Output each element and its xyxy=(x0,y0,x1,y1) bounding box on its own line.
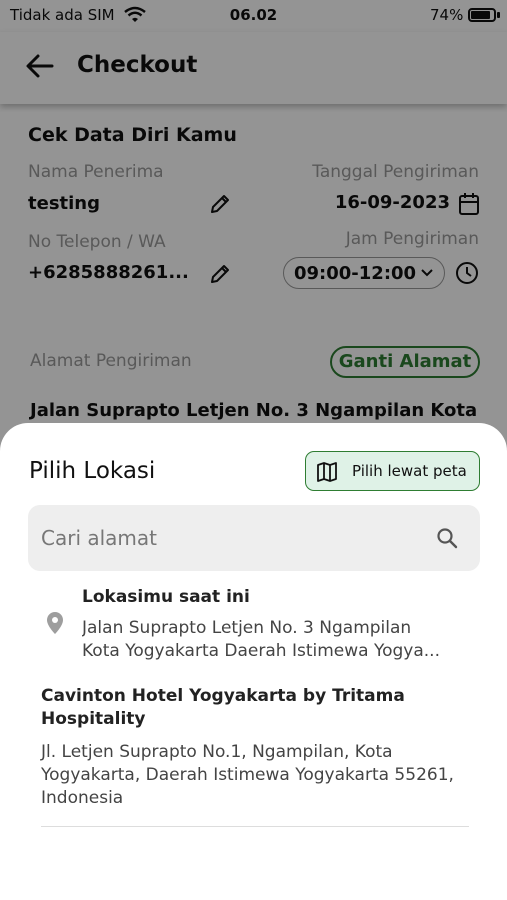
search-icon[interactable] xyxy=(436,527,458,549)
address-search-box xyxy=(28,505,480,571)
search-result-item[interactable]: Cavinton Hotel Yogyakarta by Tritama Hos… xyxy=(41,685,469,827)
pick-on-map-label: Pilih lewat peta xyxy=(352,462,467,480)
result-address: Jl. Letjen Suprapto No.1, Ngampilan, Kot… xyxy=(41,742,454,808)
pick-on-map-button[interactable]: Pilih lewat peta xyxy=(305,451,480,491)
current-location-address: Jalan Suprapto Letjen No. 3 Ngampilan Ko… xyxy=(82,617,467,663)
location-bottom-sheet: Pilih Lokasi Pilih lewat peta Lokasimu s… xyxy=(0,423,507,900)
current-location-item[interactable]: Lokasimu saat ini Jalan Suprapto Letjen … xyxy=(0,581,507,665)
map-icon xyxy=(317,462,337,482)
address-search-input[interactable] xyxy=(41,523,421,553)
sheet-title: Pilih Lokasi xyxy=(29,458,156,484)
current-location-title: Lokasimu saat ini xyxy=(82,587,250,607)
result-name: Cavinton Hotel Yogyakarta by Tritama Hos… xyxy=(41,686,405,729)
current-location-line1: Jalan Suprapto Letjen No. 3 Ngampilan xyxy=(82,618,412,638)
current-location-line2: Kota Yogyakarta Daerah Istimewa Yogya... xyxy=(82,641,440,661)
location-pin-icon xyxy=(47,612,63,634)
